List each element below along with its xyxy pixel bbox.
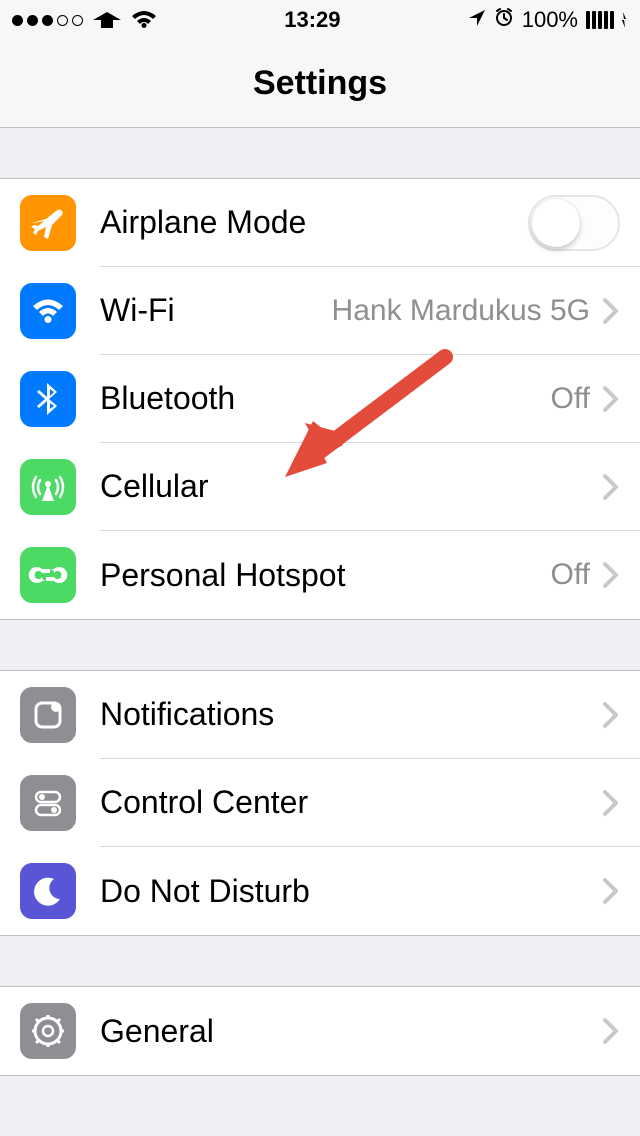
chevron-right-icon [602,877,620,905]
row-label: General [100,1013,590,1050]
status-bar: 13:29 100% [0,0,640,40]
row-airplane-mode[interactable]: Airplane Mode [0,179,640,267]
row-general[interactable]: General [0,987,640,1075]
row-value: Off [551,558,590,592]
row-personal-hotspot[interactable]: Personal Hotspot Off [0,531,640,619]
row-label: Bluetooth [100,380,539,417]
bluetooth-icon [20,371,76,427]
navigation-bar: Settings [0,40,640,128]
row-label: Cellular [100,468,590,505]
status-right: 100% [468,7,628,33]
chevron-right-icon [602,473,620,501]
gear-icon [20,1003,76,1059]
carrier-icon [91,10,123,30]
row-bluetooth[interactable]: Bluetooth Off [0,355,640,443]
notifications-icon [20,687,76,743]
row-label: Personal Hotspot [100,557,539,594]
chevron-right-icon [602,701,620,729]
chevron-right-icon [602,385,620,413]
row-label: Control Center [100,784,590,821]
row-notifications[interactable]: Notifications [0,671,640,759]
row-control-center[interactable]: Control Center [0,759,640,847]
settings-group-network: Airplane Mode Wi-Fi Hank Mardukus 5G Blu… [0,178,640,620]
row-value: Hank Mardukus 5G [332,294,590,328]
settings-group-general: General [0,986,640,1076]
page-title: Settings [253,64,387,103]
row-wifi[interactable]: Wi-Fi Hank Mardukus 5G [0,267,640,355]
wifi-settings-icon [20,283,76,339]
row-value: Off [551,382,590,416]
row-label: Airplane Mode [100,204,516,241]
settings-group-system: Notifications Control Center Do Not Dist… [0,670,640,936]
status-time: 13:29 [284,7,340,33]
chevron-right-icon [602,561,620,589]
hotspot-icon [20,547,76,603]
airplane-icon [20,195,76,251]
cellular-icon [20,459,76,515]
status-left [12,10,157,30]
location-icon [468,7,486,33]
row-cellular[interactable]: Cellular [0,443,640,531]
chevron-right-icon [602,1017,620,1045]
row-label: Wi-Fi [100,292,320,329]
wifi-icon [131,10,157,30]
battery-icon [586,11,628,29]
row-label: Do Not Disturb [100,873,590,910]
chevron-right-icon [602,789,620,817]
row-do-not-disturb[interactable]: Do Not Disturb [0,847,640,935]
alarm-icon [494,7,514,33]
control-center-icon [20,775,76,831]
signal-strength-icon [12,15,83,26]
chevron-right-icon [602,297,620,325]
airplane-mode-toggle[interactable] [528,195,620,251]
battery-percent: 100% [522,7,578,33]
moon-icon [20,863,76,919]
row-label: Notifications [100,696,590,733]
